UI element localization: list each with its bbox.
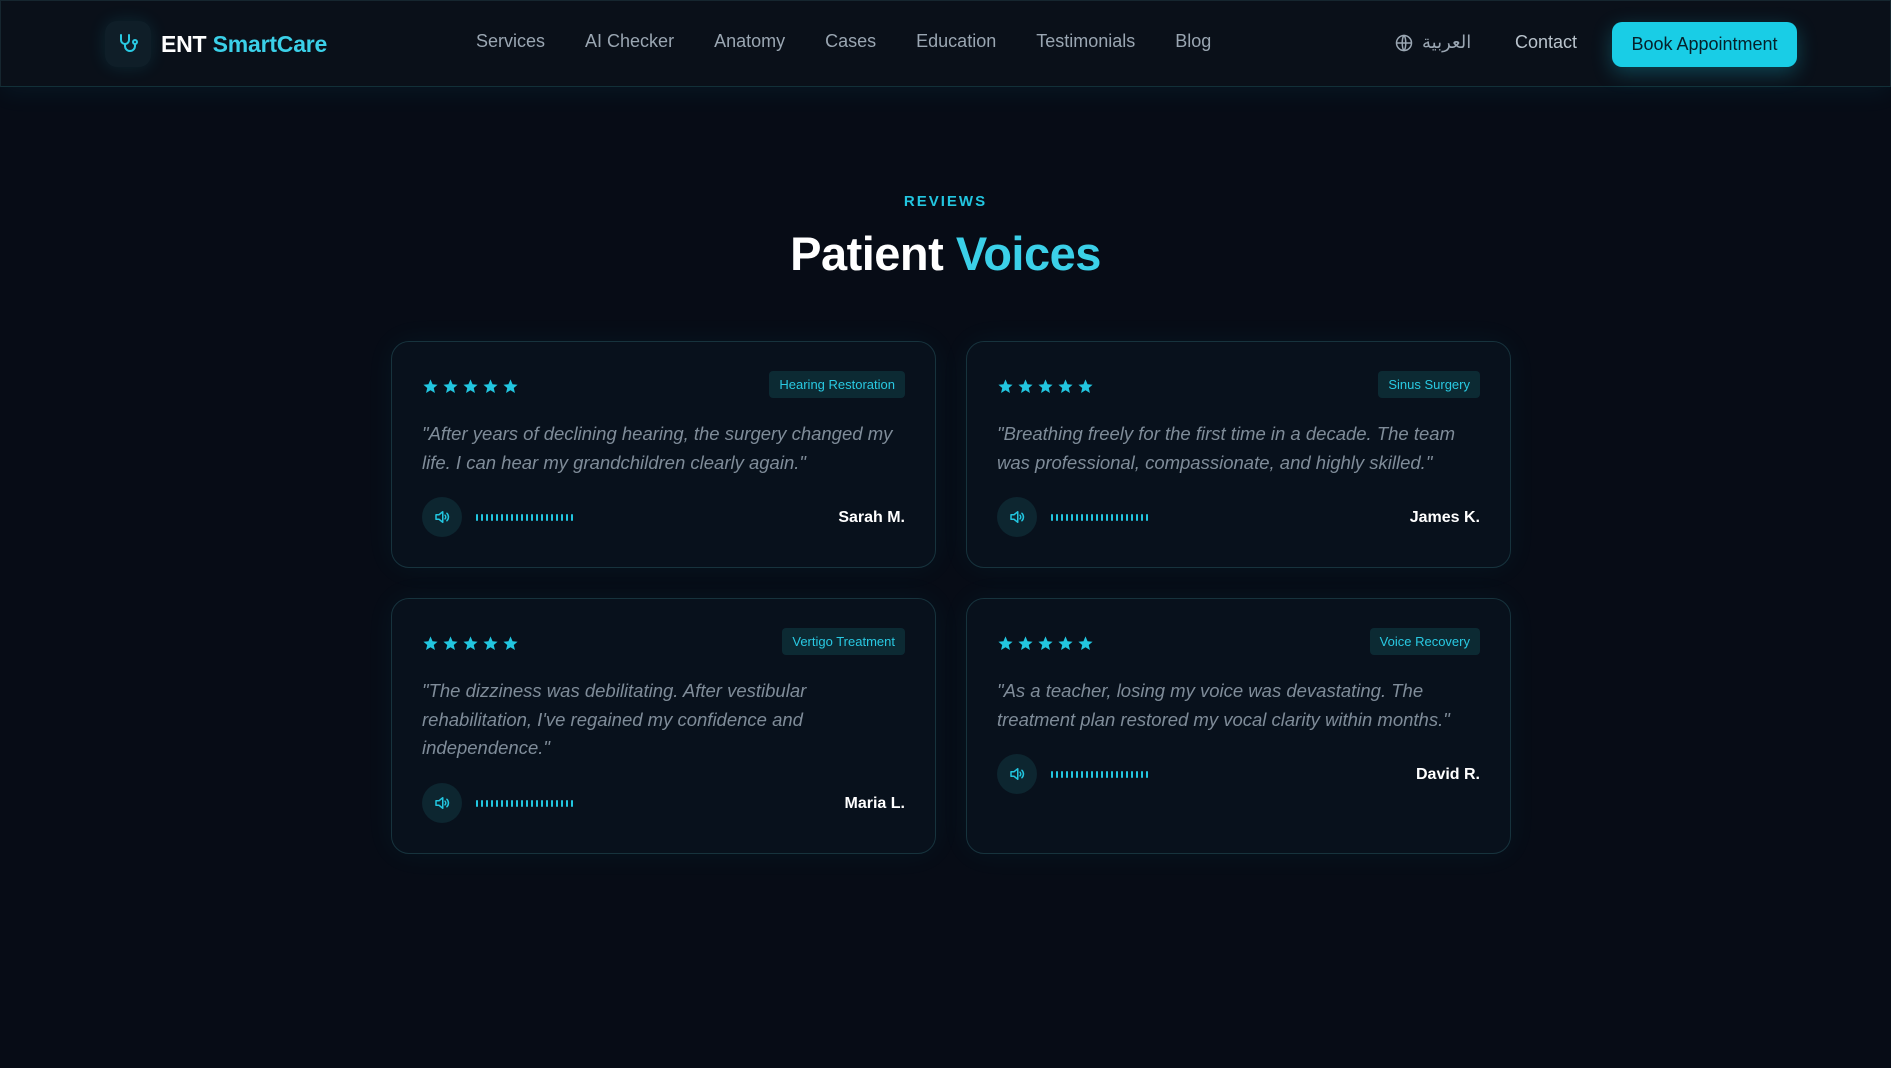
star-icon: [1038, 636, 1053, 651]
brand-name: ENT SmartCare: [161, 31, 327, 58]
reviewer-name: Sarah M.: [838, 509, 905, 526]
brand-name-smartcare: SmartCare: [212, 30, 328, 57]
review-quote: "After years of declining hearing, the s…: [422, 423, 893, 473]
nav-ai-checker[interactable]: AI Checker: [585, 31, 674, 52]
star-rating: [422, 635, 519, 652]
star-icon: [1038, 379, 1053, 394]
audio-player: [997, 754, 1148, 794]
star-icon: [443, 636, 458, 651]
treatment-badge: Hearing Restoration: [769, 371, 905, 398]
review-card: Voice Recovery "As a teacher, losing my …: [966, 598, 1511, 854]
star-icon: [443, 379, 458, 394]
section-title: Patient Voices: [0, 226, 1891, 281]
nav-cases[interactable]: Cases: [825, 31, 876, 52]
star-rating: [422, 378, 519, 395]
review-quote: "The dizziness was debilitating. After v…: [422, 680, 807, 758]
speaker-icon[interactable]: [997, 497, 1037, 537]
section-title-accent: Voices: [955, 227, 1102, 280]
star-rating: [997, 635, 1094, 652]
star-icon: [998, 636, 1013, 651]
language-label: العربية: [1422, 32, 1472, 52]
language-switch[interactable]: العربية: [1394, 32, 1471, 53]
nav-blog[interactable]: Blog: [1175, 31, 1211, 52]
waveform: [1051, 512, 1148, 522]
star-icon: [463, 636, 478, 651]
star-icon: [423, 379, 438, 394]
audio-player: [422, 497, 573, 537]
star-icon: [1078, 636, 1093, 651]
star-icon: [423, 636, 438, 651]
review-quote: "Breathing freely for the first time in …: [997, 423, 1455, 473]
star-icon: [1018, 379, 1033, 394]
star-rating: [997, 378, 1094, 395]
treatment-badge: Vertigo Treatment: [782, 628, 905, 655]
speaker-icon[interactable]: [422, 497, 462, 537]
main-nav: Services AI Checker Anatomy Cases Educat…: [476, 31, 1211, 52]
nav-contact[interactable]: Contact: [1515, 32, 1577, 53]
audio-player: [422, 783, 573, 823]
star-icon: [998, 379, 1013, 394]
nav-testimonials[interactable]: Testimonials: [1036, 31, 1135, 52]
review-card: Hearing Restoration "After years of decl…: [391, 341, 936, 568]
treatment-badge: Voice Recovery: [1369, 628, 1480, 655]
section-title-main: Patient: [790, 227, 944, 280]
speaker-icon[interactable]: [422, 783, 462, 823]
audio-player: [997, 497, 1148, 537]
star-icon: [483, 379, 498, 394]
star-icon: [1058, 379, 1073, 394]
star-icon: [1078, 379, 1093, 394]
star-icon: [503, 636, 518, 651]
reviewer-name: James K.: [1409, 509, 1480, 526]
waveform: [1051, 769, 1148, 779]
review-card: Vertigo Treatment "The dizziness was deb…: [391, 598, 936, 854]
star-icon: [463, 379, 478, 394]
speaker-icon[interactable]: [997, 754, 1037, 794]
waveform: [476, 798, 573, 808]
treatment-badge: Sinus Surgery: [1378, 371, 1480, 398]
brand-logo[interactable]: ENT SmartCare: [105, 21, 327, 67]
stethoscope-icon: [105, 21, 151, 67]
star-icon: [483, 636, 498, 651]
section-eyebrow: REVIEWS: [903, 193, 988, 210]
nav-services[interactable]: Services: [476, 31, 545, 52]
reviewer-name: David R.: [1415, 766, 1480, 783]
review-card: Sinus Surgery "Breathing freely for the …: [966, 341, 1511, 568]
star-icon: [503, 379, 518, 394]
star-icon: [1018, 636, 1033, 651]
star-icon: [1058, 636, 1073, 651]
reviewer-name: Maria L.: [844, 795, 905, 812]
nav-education[interactable]: Education: [916, 31, 996, 52]
review-quote: "As a teacher, losing my voice was devas…: [997, 680, 1450, 730]
top-navbar: ENT SmartCare Services AI Checker Anatom…: [0, 0, 1891, 87]
brand-name-ent: ENT: [161, 30, 207, 57]
nav-anatomy[interactable]: Anatomy: [714, 31, 785, 52]
book-appointment-button[interactable]: Book Appointment: [1612, 22, 1797, 67]
globe-icon: [1395, 33, 1413, 52]
waveform: [476, 512, 573, 522]
